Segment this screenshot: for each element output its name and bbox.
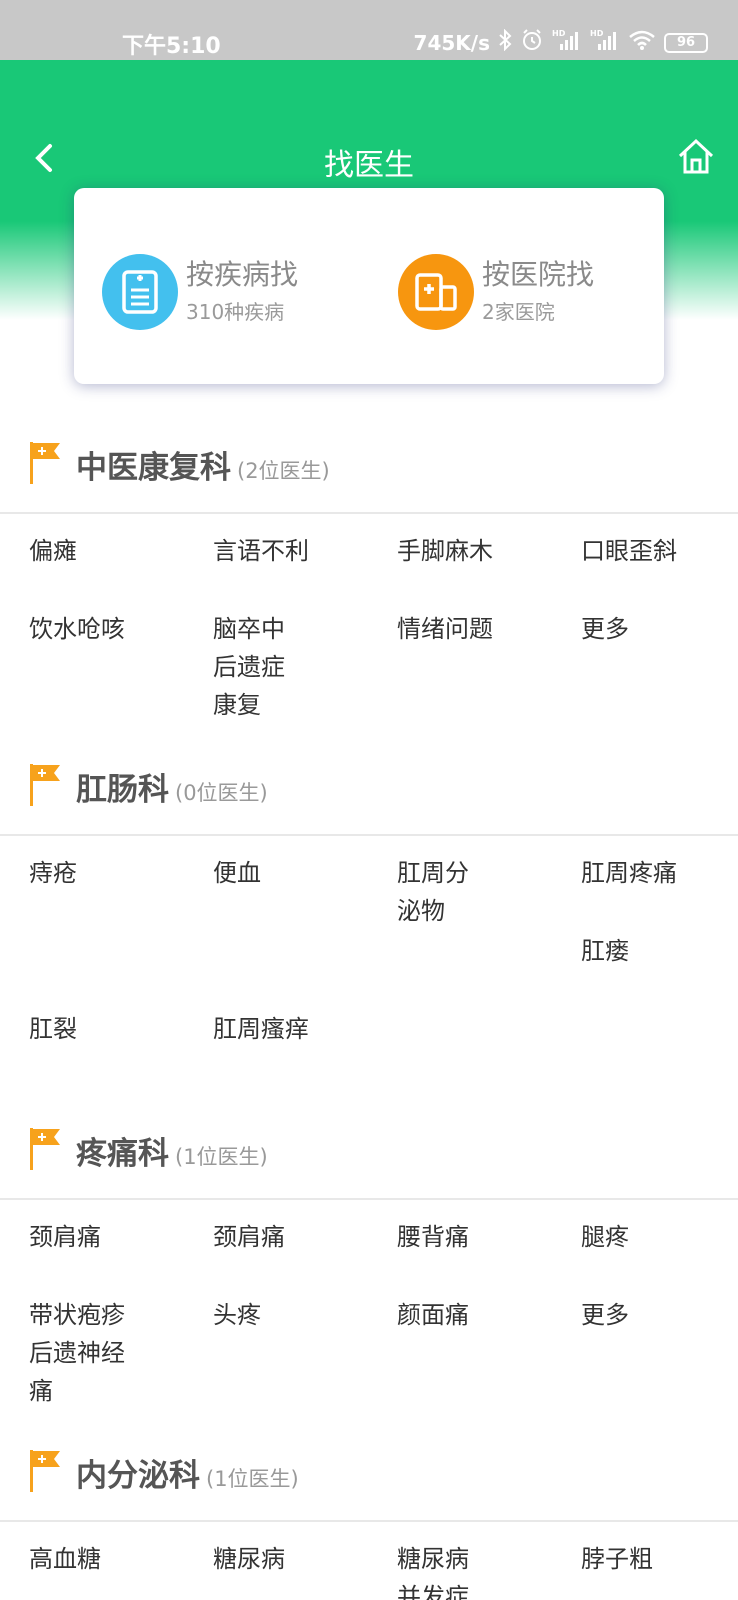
disease-item[interactable]: 脑卒中后遗症康复 [184, 610, 368, 724]
disease-item[interactable]: 带状疱疹后遗神经痛 [0, 1296, 184, 1410]
disease-item[interactable]: 肛周分泌物 [368, 854, 552, 1010]
more-link[interactable]: 更多 [552, 610, 736, 724]
department-name: 疼痛科 (1位医生) [76, 1136, 268, 1172]
page-title: 找医生 [324, 148, 414, 183]
department-header[interactable]: 疼痛科 (1位医生) [0, 1096, 738, 1200]
flag-icon [30, 1128, 60, 1170]
status-bar: 下午5:10 745K/s HD HD 96 [0, 0, 738, 60]
home-icon [678, 138, 714, 174]
disease-item[interactable]: 肛周疼痛 [552, 854, 736, 932]
disease-item[interactable]: 腿疼 [552, 1218, 736, 1296]
department-name: 内分泌科 (1位医生) [76, 1458, 299, 1494]
hospital-icon [398, 254, 474, 330]
flag-icon [30, 1450, 60, 1492]
doctor-count: (1位医生) [206, 1467, 299, 1491]
doctor-count: (0位医生) [175, 781, 268, 805]
disease-grid: 高血糖 糖尿病 糖尿病并发症 脖子粗 [0, 1522, 738, 1600]
search-by-disease-title: 按疾病找 [186, 258, 299, 291]
disease-item[interactable]: 高血糖 [0, 1540, 184, 1600]
disease-item[interactable]: 肛裂 [0, 1010, 184, 1088]
department-section: 疼痛科 (1位医生) 颈肩痛 颈肩痛 腰背痛 腿疼 带状疱疹后遗神经痛 头疼 颜面… [0, 1096, 738, 1418]
disease-item[interactable]: 口眼歪斜 [552, 532, 736, 610]
disease-item[interactable]: 头疼 [184, 1296, 368, 1410]
search-by-hospital-subtitle: 2家医院 [482, 300, 555, 324]
doctor-count: (2位医生) [237, 459, 330, 483]
disease-item[interactable]: 便血 [184, 854, 368, 1010]
search-by-disease-button[interactable]: 按疾病找 310种疾病 [102, 254, 298, 330]
disease-item[interactable]: 糖尿病并发症 [368, 1540, 552, 1600]
search-by-hospital-title: 按医院找 [482, 258, 595, 291]
disease-grid: 偏瘫 言语不利 手脚麻木 口眼歪斜 饮水呛咳 脑卒中后遗症康复 情绪问题 更多 [0, 514, 738, 732]
disease-item: 肛周疼痛 肛瘘 [552, 854, 736, 1010]
status-time: 下午5:10 [122, 34, 221, 59]
battery-icon: 96 [664, 32, 708, 53]
department-name: 肛肠科 (0位医生) [76, 772, 268, 808]
home-button[interactable] [676, 136, 716, 176]
department-name: 中医康复科 (2位医生) [76, 450, 330, 486]
disease-item[interactable]: 脖子粗 [552, 1540, 736, 1600]
cell-signal-icon: HD [552, 28, 582, 57]
search-by-disease-subtitle: 310种疾病 [186, 300, 285, 324]
disease-item[interactable]: 颈肩痛 [184, 1218, 368, 1296]
svg-text:HD: HD [552, 29, 566, 38]
department-section: 内分泌科 (1位医生) 高血糖 糖尿病 糖尿病并发症 脖子粗 [0, 1418, 738, 1600]
disease-item[interactable]: 糖尿病 [184, 1540, 368, 1600]
disease-item[interactable]: 饮水呛咳 [0, 610, 184, 724]
disease-item[interactable]: 肛瘘 [552, 932, 736, 1010]
bluetooth-icon [498, 28, 512, 56]
search-card: 按疾病找 310种疾病 按医院找 2家医院 [74, 188, 664, 384]
search-by-hospital-button[interactable]: 按医院找 2家医院 [398, 254, 594, 330]
disease-item[interactable]: 痔疮 [0, 854, 184, 1010]
flag-icon [30, 442, 60, 484]
more-link[interactable]: 更多 [552, 1296, 736, 1410]
disease-item[interactable]: 偏瘫 [0, 532, 184, 610]
status-icons: 745K/s HD HD 96 [414, 28, 708, 57]
disease-item[interactable]: 颈肩痛 [0, 1218, 184, 1296]
department-list: 中医康复科 (2位医生) 偏瘫 言语不利 手脚麻木 口眼歪斜 饮水呛咳 脑卒中后遗… [0, 410, 738, 1600]
svg-text:HD: HD [590, 29, 604, 38]
disease-grid: 颈肩痛 颈肩痛 腰背痛 腿疼 带状疱疹后遗神经痛 头疼 颜面痛 更多 [0, 1200, 738, 1418]
doctor-count: (1位医生) [175, 1145, 268, 1169]
disease-item[interactable]: 情绪问题 [368, 610, 552, 724]
disease-grid: 痔疮 便血 肛周分泌物 肛周疼痛 肛瘘 肛裂 肛周瘙痒 [0, 836, 738, 1096]
disease-item[interactable]: 手脚麻木 [368, 532, 552, 610]
flag-icon [30, 764, 60, 806]
department-header[interactable]: 内分泌科 (1位医生) [0, 1418, 738, 1522]
disease-item[interactable]: 肛周瘙痒 [184, 1010, 368, 1088]
cell-signal-icon-2: HD [590, 28, 620, 57]
department-section: 肛肠科 (0位医生) 痔疮 便血 肛周分泌物 肛周疼痛 肛瘘 肛裂 肛周瘙痒 [0, 732, 738, 1096]
wifi-icon [628, 29, 656, 56]
department-header[interactable]: 中医康复科 (2位医生) [0, 410, 738, 514]
network-speed: 745K/s [413, 30, 490, 55]
disease-item[interactable]: 言语不利 [184, 532, 368, 610]
disease-item[interactable]: 颜面痛 [368, 1296, 552, 1410]
alarm-icon [520, 28, 544, 57]
department-section: 中医康复科 (2位医生) 偏瘫 言语不利 手脚麻木 口眼歪斜 饮水呛咳 脑卒中后遗… [0, 410, 738, 732]
clipboard-icon [102, 254, 178, 330]
department-header[interactable]: 肛肠科 (0位医生) [0, 732, 738, 836]
disease-item[interactable]: 腰背痛 [368, 1218, 552, 1296]
